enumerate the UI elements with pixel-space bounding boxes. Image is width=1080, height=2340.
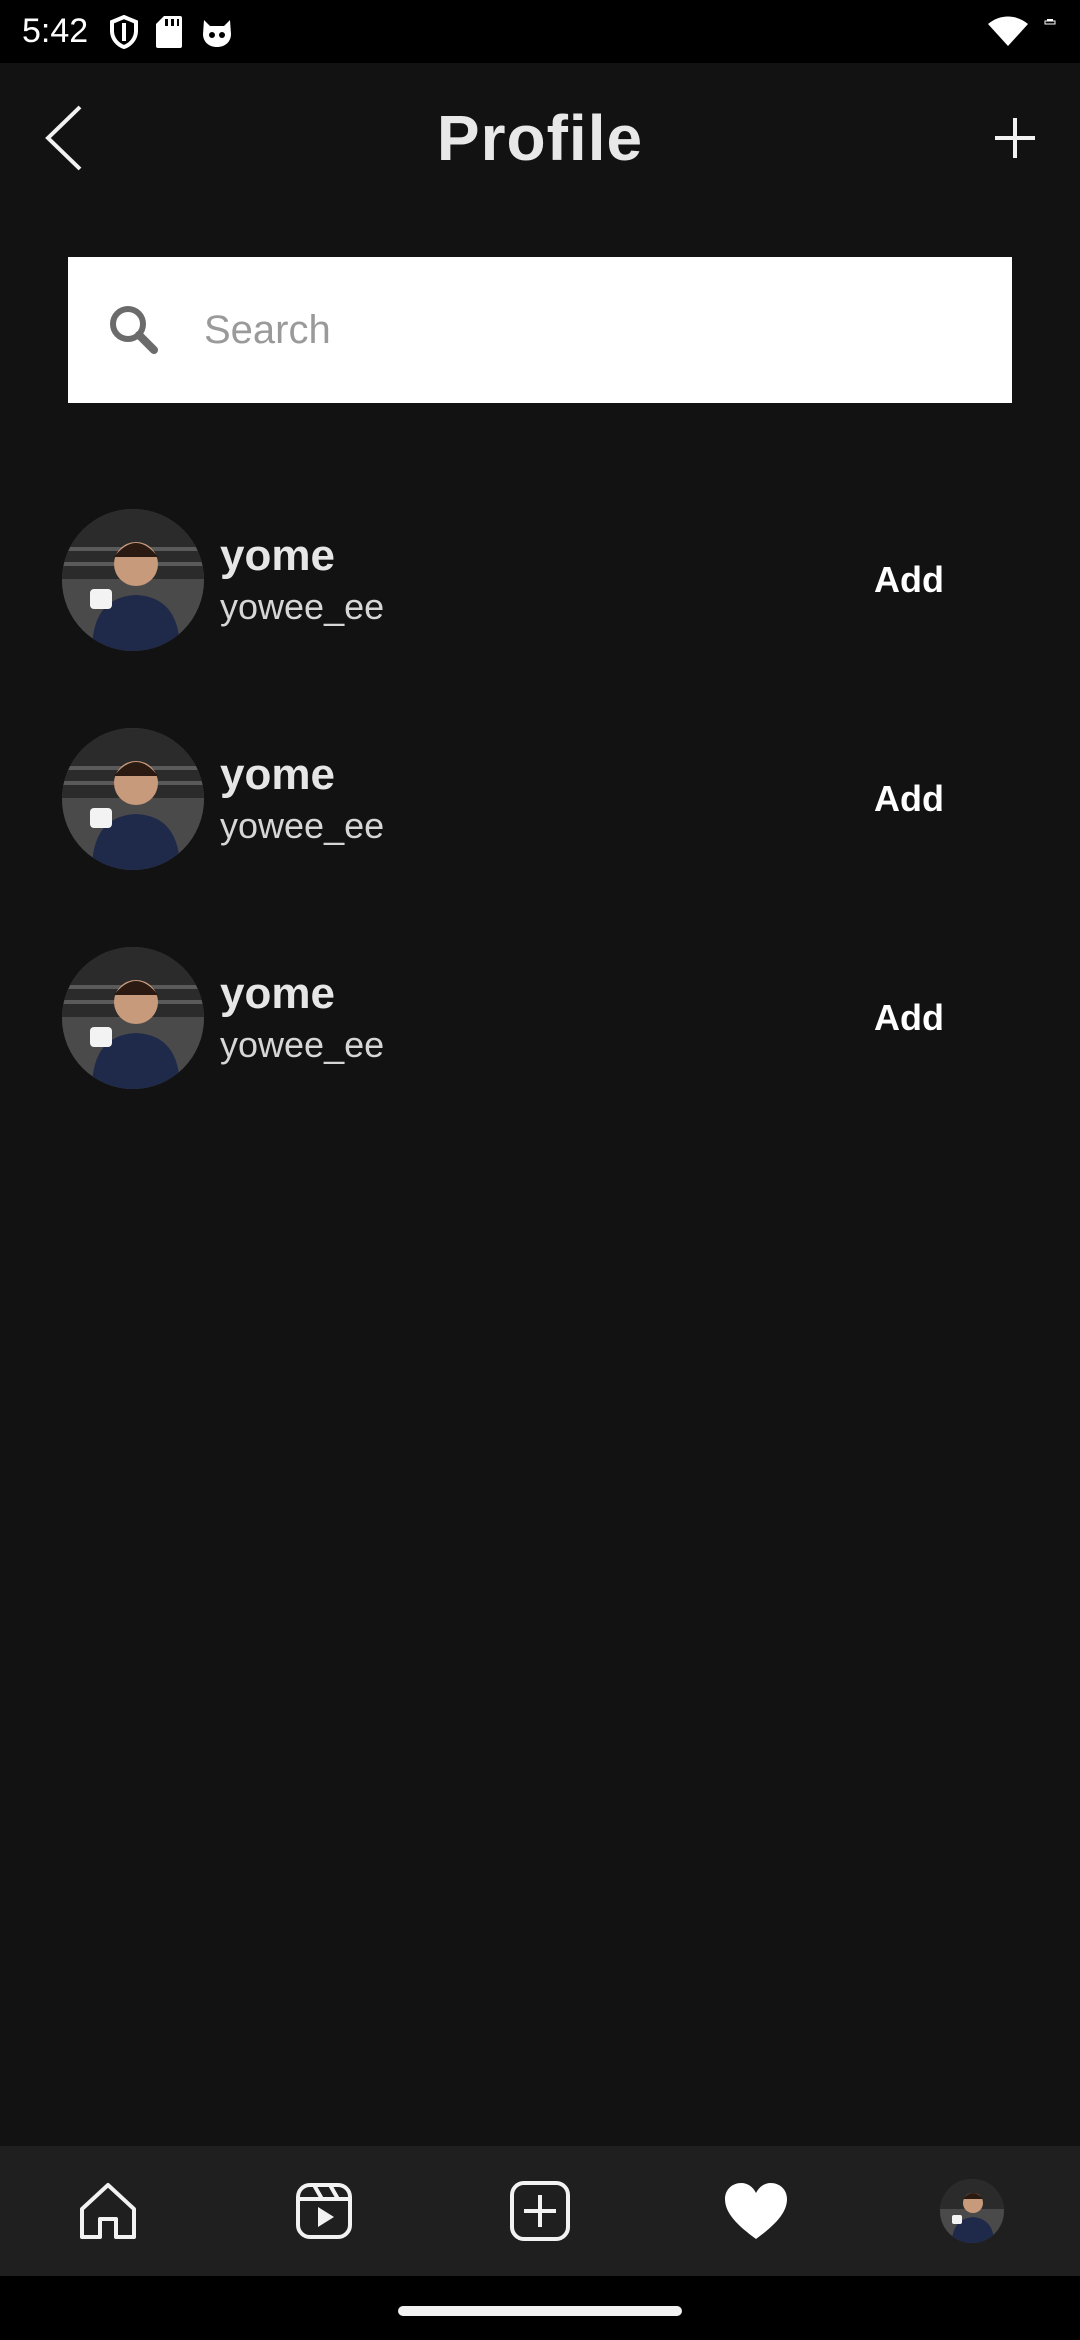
add-user-button[interactable]: Add [874,559,944,601]
avatar [62,508,204,651]
add-user-button[interactable]: Add [874,778,944,820]
list-item[interactable]: yome yowee_ee Add [0,470,1080,689]
chevron-left-icon [45,105,82,171]
plus-icon [995,118,1035,158]
avatar-image [62,508,204,651]
display-name: yome [220,968,335,1018]
add-button-header[interactable] [980,103,1050,173]
page-title: Profile [436,102,644,174]
cat-icon [203,19,232,47]
profile-avatar-image [940,2179,1004,2243]
avatar-image [62,727,204,870]
gesture-area [0,2276,1080,2340]
user-names: yome yowee_ee [220,748,384,850]
status-bar: 5:42 [0,0,1080,63]
nav-create[interactable] [500,2171,580,2251]
gesture-handle[interactable] [398,2306,682,2316]
list-item[interactable]: yome yowee_ee Add [0,689,1080,908]
profile-avatar [940,2179,1004,2243]
search-input[interactable] [204,307,904,353]
add-user-button[interactable]: Add [874,997,944,1039]
wifi-icon [988,16,1028,46]
user-names: yome yowee_ee [220,529,384,631]
home-icon [80,2183,136,2239]
sd-card-icon [156,15,183,48]
search-icon [110,306,158,354]
avatar-image [62,946,204,1089]
username: yowee_ee [220,1023,385,1065]
heart-icon [725,2183,787,2239]
search-bar[interactable] [68,257,1012,403]
username: yowee_ee [220,804,385,846]
list-item[interactable]: yome yowee_ee Add [0,908,1080,1127]
user-list: yome yowee_ee Add yome yowee_ee Add yome… [0,470,1080,1127]
status-time: 5:42 [22,12,89,50]
nav-reels[interactable] [284,2171,364,2251]
avatar [62,946,204,1089]
status-icons [110,14,234,49]
avatar [62,727,204,870]
reels-icon [296,2183,352,2239]
nav-activity[interactable] [716,2171,796,2251]
battery-icon [1044,18,1056,24]
header: Profile [0,63,1080,213]
shield-icon [110,14,139,49]
status-right [988,16,1058,48]
back-button[interactable] [40,103,90,173]
create-post-icon [510,2181,570,2241]
display-name: yome [220,749,335,799]
username: yowee_ee [220,585,385,627]
bottom-nav [0,2146,1080,2276]
display-name: yome [220,530,335,580]
nav-home[interactable] [68,2171,148,2251]
nav-profile[interactable] [932,2171,1012,2251]
user-names: yome yowee_ee [220,967,384,1069]
